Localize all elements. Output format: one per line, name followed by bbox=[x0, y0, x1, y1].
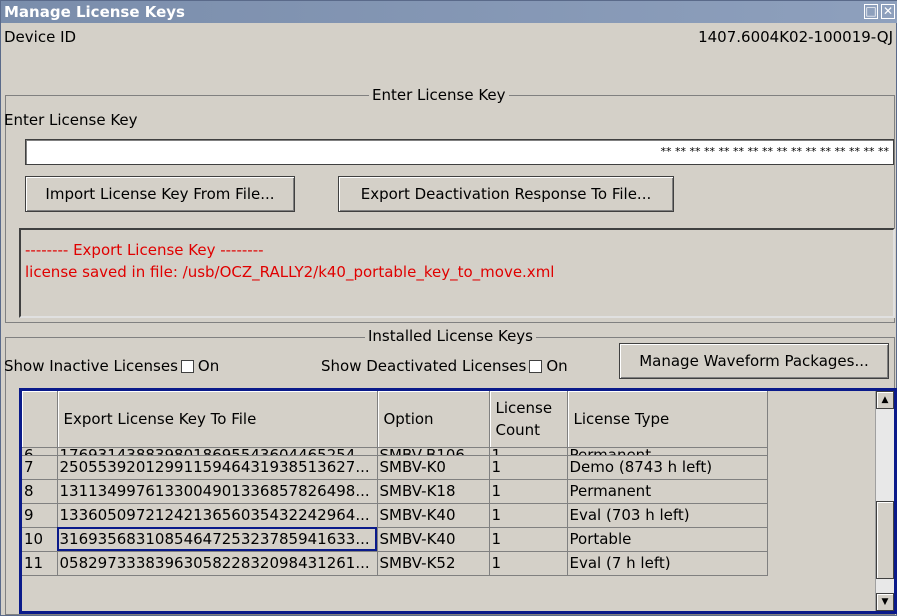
installed-license-keys-group-title: Installed License Keys bbox=[365, 327, 536, 345]
status-message-box: -------- Export License Key -------- lic… bbox=[19, 228, 895, 318]
row-type: Demo (8743 h left) bbox=[567, 455, 768, 480]
show-inactive-state: On bbox=[197, 357, 220, 375]
status-message-line2: license saved in file: /usb/OCZ_RALLY2/k… bbox=[25, 263, 555, 281]
scrollbar-thumb[interactable] bbox=[876, 501, 894, 579]
row-option: SMBV-K40 bbox=[377, 527, 490, 552]
table-row[interactable]: 8 1311349976133004901336857826498... SMB… bbox=[22, 479, 768, 504]
device-id-value: 1407.6004K02-100019-QJ bbox=[698, 28, 893, 46]
show-deactivated-state: On bbox=[546, 357, 568, 375]
table-header-row: Export License Key To File Option Licens… bbox=[22, 391, 768, 448]
manage-license-keys-window: Manage License Keys □ ✕ Device ID 1407.6… bbox=[0, 0, 897, 616]
license-key-input[interactable]: ** ** ** ** ** ** ** ** ** ** ** ** ** *… bbox=[25, 139, 894, 165]
row-count: 1 bbox=[489, 503, 568, 528]
export-deactivation-response-button[interactable]: Export Deactivation Response To File... bbox=[338, 176, 674, 212]
row-option: SMBV-K52 bbox=[377, 551, 490, 576]
row-index: 9 bbox=[22, 503, 58, 528]
table-row[interactable]: 10 3169356831085464725323785941633... SM… bbox=[22, 527, 768, 552]
scroll-up-icon[interactable]: ▲ bbox=[876, 391, 894, 409]
device-id-label: Device ID bbox=[4, 28, 77, 46]
window-title: Manage License Keys bbox=[4, 3, 185, 21]
show-deactivated-checkbox[interactable] bbox=[529, 360, 543, 373]
row-count: 1 bbox=[489, 479, 568, 504]
show-inactive-checkbox[interactable] bbox=[180, 360, 194, 373]
status-message-line1: -------- Export License Key -------- bbox=[25, 241, 264, 259]
installed-licenses-table: Export License Key To File Option Licens… bbox=[19, 388, 897, 614]
row-type: Eval (7 h left) bbox=[567, 551, 768, 576]
row-type: Portable bbox=[567, 527, 768, 552]
import-license-key-button[interactable]: Import License Key From File... bbox=[25, 176, 295, 212]
row-key[interactable]: 2505539201299115946431938513627... bbox=[57, 455, 378, 480]
column-header-license-count[interactable]: License Count bbox=[489, 391, 568, 448]
table-row[interactable]: 6 1769314388398018695543604465254... SMB… bbox=[22, 447, 768, 456]
row-count: 1 bbox=[489, 527, 568, 552]
row-count: 1 bbox=[489, 455, 568, 480]
row-index: 7 bbox=[22, 455, 58, 480]
row-type: Eval (703 h left) bbox=[567, 503, 768, 528]
row-option: SMBV-K40 bbox=[377, 503, 490, 528]
table-row[interactable]: 11 0582973338396305822832098431261... SM… bbox=[22, 551, 768, 576]
column-header-export-key[interactable]: Export License Key To File bbox=[57, 391, 378, 448]
row-key[interactable]: 1311349976133004901336857826498... bbox=[57, 479, 378, 504]
column-header-index bbox=[22, 391, 58, 448]
show-deactivated-label: Show Deactivated Licenses bbox=[321, 357, 527, 375]
row-index: 10 bbox=[22, 527, 58, 552]
row-index: 8 bbox=[22, 479, 58, 504]
scroll-down-icon[interactable]: ▼ bbox=[876, 593, 894, 611]
enter-license-key-label: Enter License Key bbox=[4, 111, 138, 129]
column-header-option[interactable]: Option bbox=[377, 391, 490, 448]
row-key[interactable]: 1336050972124213656035432242964... bbox=[57, 503, 378, 528]
close-icon[interactable]: ✕ bbox=[881, 4, 895, 19]
show-inactive-licenses-option: Show Inactive Licenses On bbox=[4, 357, 219, 375]
row-option: SMBV-B106 bbox=[377, 447, 490, 456]
row-count: 1 bbox=[489, 551, 568, 576]
title-bar: Manage License Keys □ ✕ bbox=[1, 1, 897, 23]
row-index: 11 bbox=[22, 551, 58, 576]
row-option: SMBV-K18 bbox=[377, 479, 490, 504]
column-header-license-type[interactable]: License Type bbox=[567, 391, 768, 448]
row-key-selected[interactable]: 3169356831085464725323785941633... bbox=[57, 527, 378, 552]
table-row[interactable]: 7 2505539201299115946431938513627... SMB… bbox=[22, 455, 768, 480]
row-option: SMBV-K0 bbox=[377, 455, 490, 480]
show-inactive-label: Show Inactive Licenses bbox=[4, 357, 178, 375]
row-index: 6 bbox=[22, 447, 58, 456]
row-type: Permanent bbox=[567, 447, 768, 456]
manage-waveform-packages-button[interactable]: Manage Waveform Packages... bbox=[619, 343, 889, 379]
show-deactivated-licenses-option: Show Deactivated Licenses On bbox=[321, 357, 568, 375]
row-type: Permanent bbox=[567, 479, 768, 504]
row-count: 1 bbox=[489, 447, 568, 456]
enter-license-key-group-title: Enter License Key bbox=[369, 86, 509, 104]
licenses-table-grid: Export License Key To File Option Licens… bbox=[22, 391, 768, 576]
table-scrollbar[interactable]: ▲ ▼ bbox=[875, 391, 894, 611]
table-row[interactable]: 9 1336050972124213656035432242964... SMB… bbox=[22, 503, 768, 528]
restore-icon[interactable]: □ bbox=[864, 4, 878, 19]
row-key[interactable]: 1769314388398018695543604465254... bbox=[57, 447, 378, 456]
row-key[interactable]: 0582973338396305822832098431261... bbox=[57, 551, 378, 576]
